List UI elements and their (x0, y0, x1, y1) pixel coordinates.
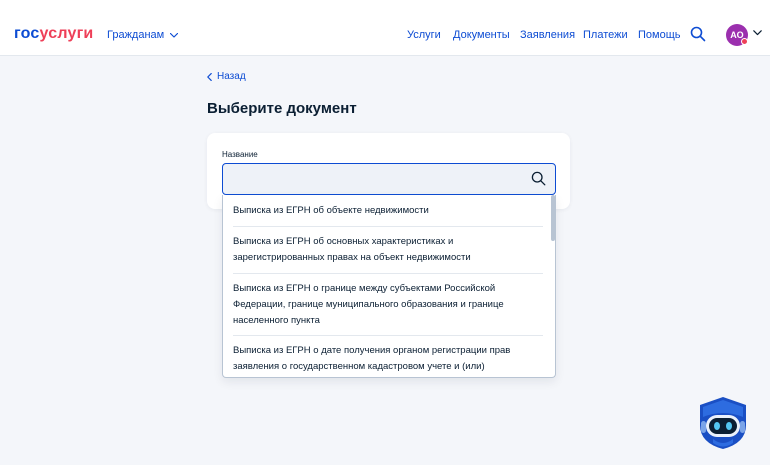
page-title: Выберите документ (207, 100, 357, 117)
back-link[interactable]: Назад (207, 71, 246, 83)
nav-applications[interactable]: Заявления (520, 28, 575, 42)
search-icon[interactable] (531, 171, 546, 186)
chevron-down-icon (170, 32, 179, 38)
nav-services[interactable]: Услуги (407, 28, 441, 42)
robot-assistant-icon[interactable] (696, 395, 750, 451)
document-dropdown-list[interactable]: Выписка из ЕГРН об объекте недвижимости … (222, 195, 556, 378)
dropdown-option[interactable]: Выписка из ЕГРН о границе между субъекта… (233, 281, 543, 329)
name-field-container[interactable] (222, 163, 556, 195)
dropdown-option[interactable]: Выписка из ЕГРН об основных характеристи… (233, 234, 543, 266)
dropdown-option[interactable]: Выписка из ЕГРН об объекте недвижимости (233, 203, 543, 219)
back-label: Назад (217, 71, 246, 82)
top-header: госуслуги Гражданам Услуги Документы Зая… (0, 0, 770, 56)
chevron-down-icon[interactable] (753, 30, 762, 36)
logo-part-gos: гос (14, 25, 40, 42)
gosuslugi-logo[interactable]: госуслуги (14, 24, 93, 44)
audience-label: Гражданам (107, 29, 165, 41)
divider (233, 226, 543, 227)
notification-dot (741, 38, 748, 45)
dropdown-scrollbar[interactable] (551, 195, 555, 241)
nav-help[interactable]: Помощь (638, 28, 681, 42)
chevron-left-icon (207, 73, 212, 81)
audience-selector[interactable]: Гражданам (107, 28, 179, 42)
name-search-input[interactable] (231, 170, 521, 190)
divider (233, 273, 543, 274)
name-field-label: Название (222, 150, 258, 159)
dropdown-option[interactable]: Выписка из ЕГРН о дате получения органом… (233, 343, 543, 375)
search-icon[interactable] (690, 26, 706, 42)
divider (233, 335, 543, 336)
nav-documents[interactable]: Документы (453, 28, 510, 42)
nav-payments[interactable]: Платежи (583, 28, 628, 42)
logo-part-uslugi: услуги (39, 25, 94, 42)
